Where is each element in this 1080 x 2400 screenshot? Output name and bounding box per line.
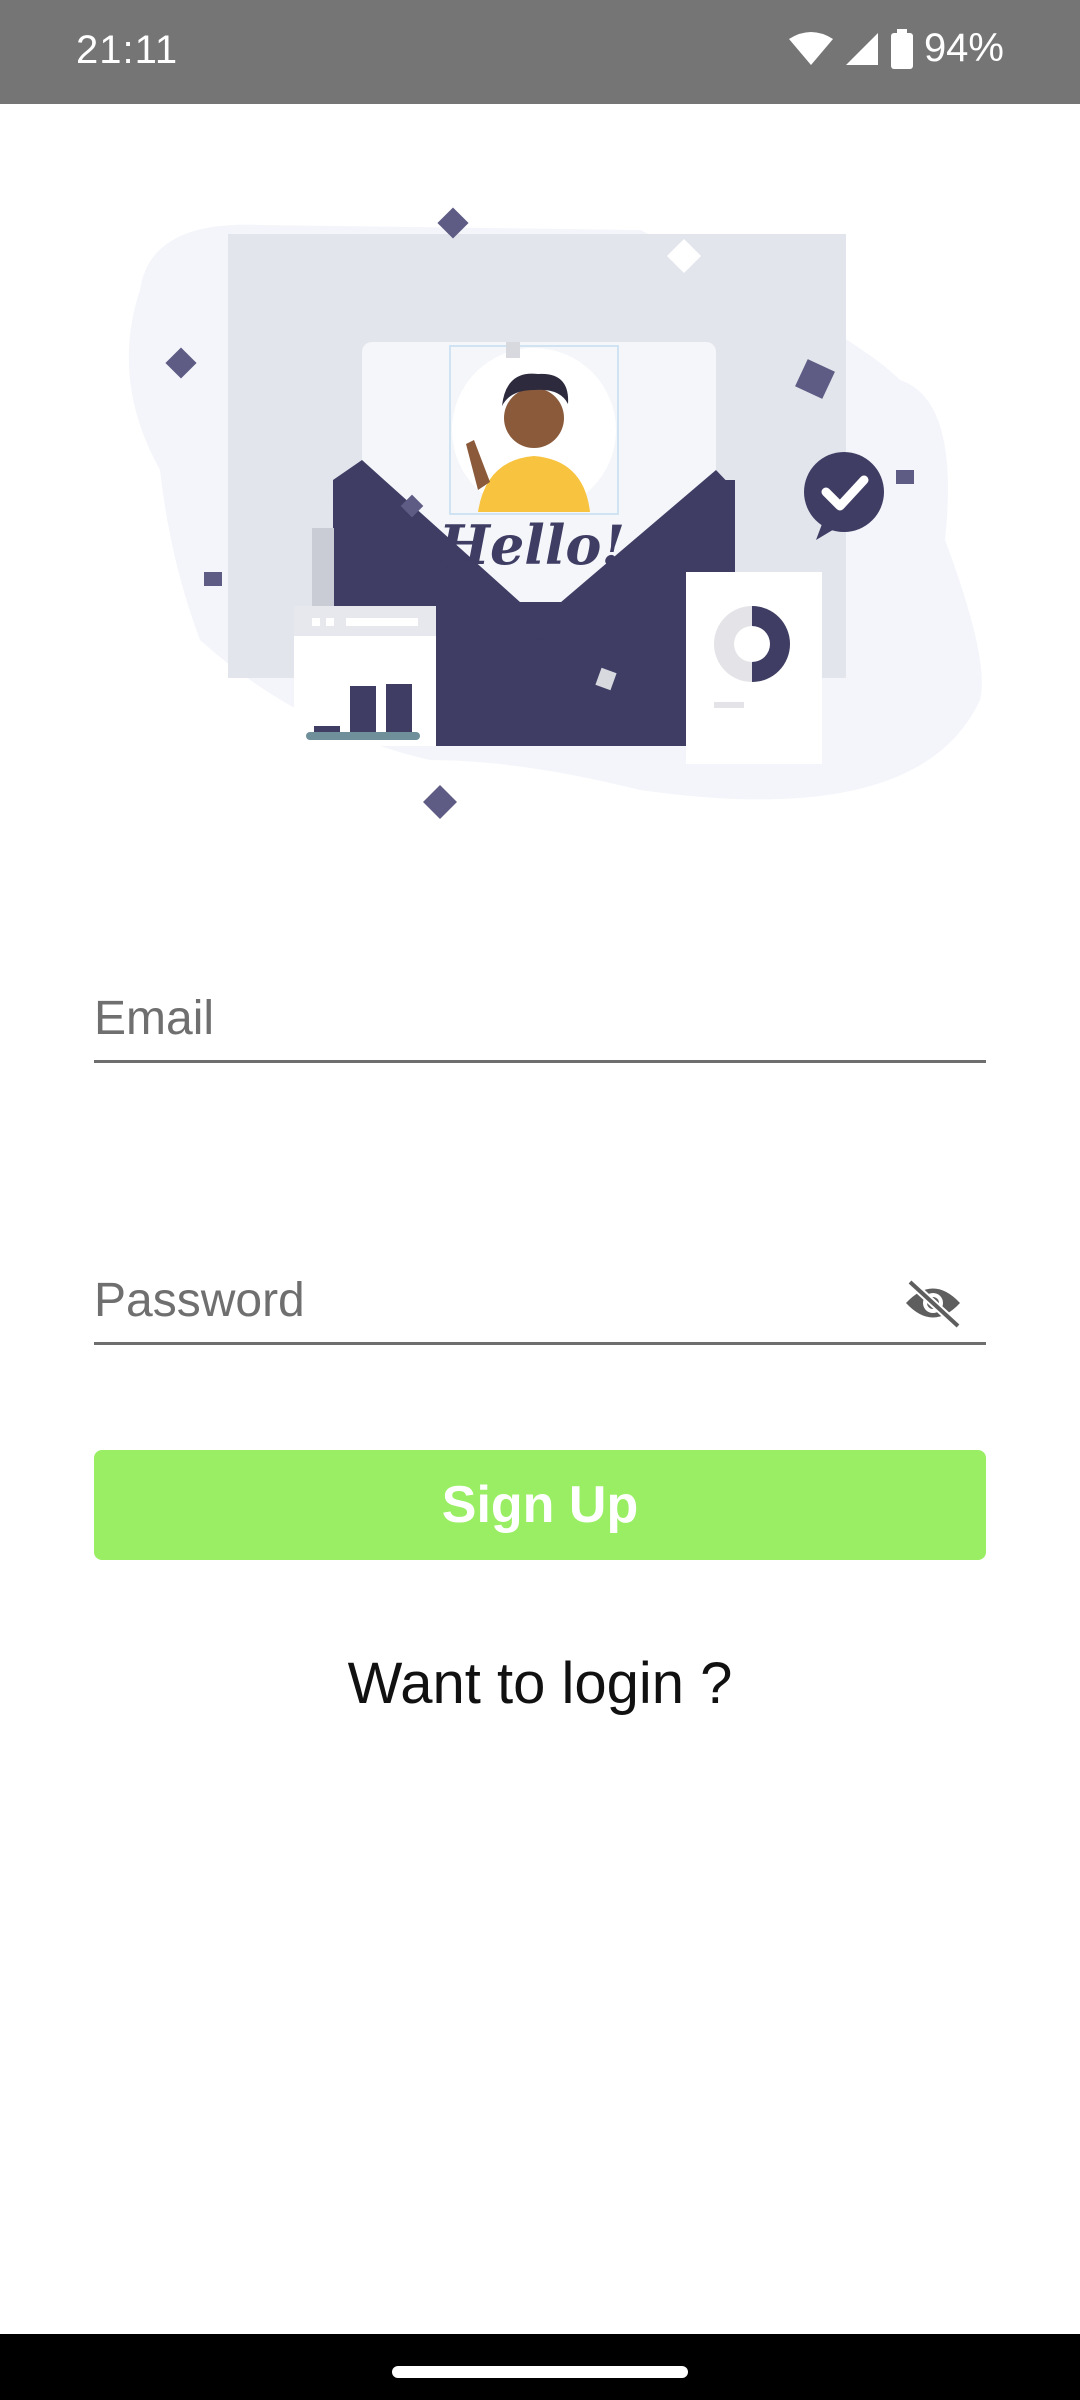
email-field[interactable] [94, 968, 986, 1063]
battery-percent: 94% [923, 26, 1004, 70]
sign-up-button[interactable]: Sign Up [94, 1450, 986, 1560]
login-link[interactable]: Want to login ? [0, 1650, 1080, 1717]
envelope-illustration: Hello! [128, 207, 982, 819]
password-field[interactable] [94, 1248, 986, 1345]
wifi-icon [788, 31, 834, 67]
status-time: 21:11 [76, 28, 179, 72]
signal-icon [844, 31, 880, 67]
eye-off-icon[interactable] [902, 1278, 964, 1329]
hello-text: Hello! [437, 513, 625, 577]
home-gesture-handle[interactable] [392, 2366, 688, 2378]
email-input[interactable] [94, 991, 894, 1046]
welcome-illustration: Hello! [0, 104, 1080, 864]
status-bar: 21:11 94% [0, 0, 1080, 104]
battery-icon [890, 28, 914, 69]
password-input[interactable] [94, 1273, 894, 1328]
navigation-bar [0, 2334, 1080, 2400]
status-icons: 94% [788, 26, 1004, 71]
